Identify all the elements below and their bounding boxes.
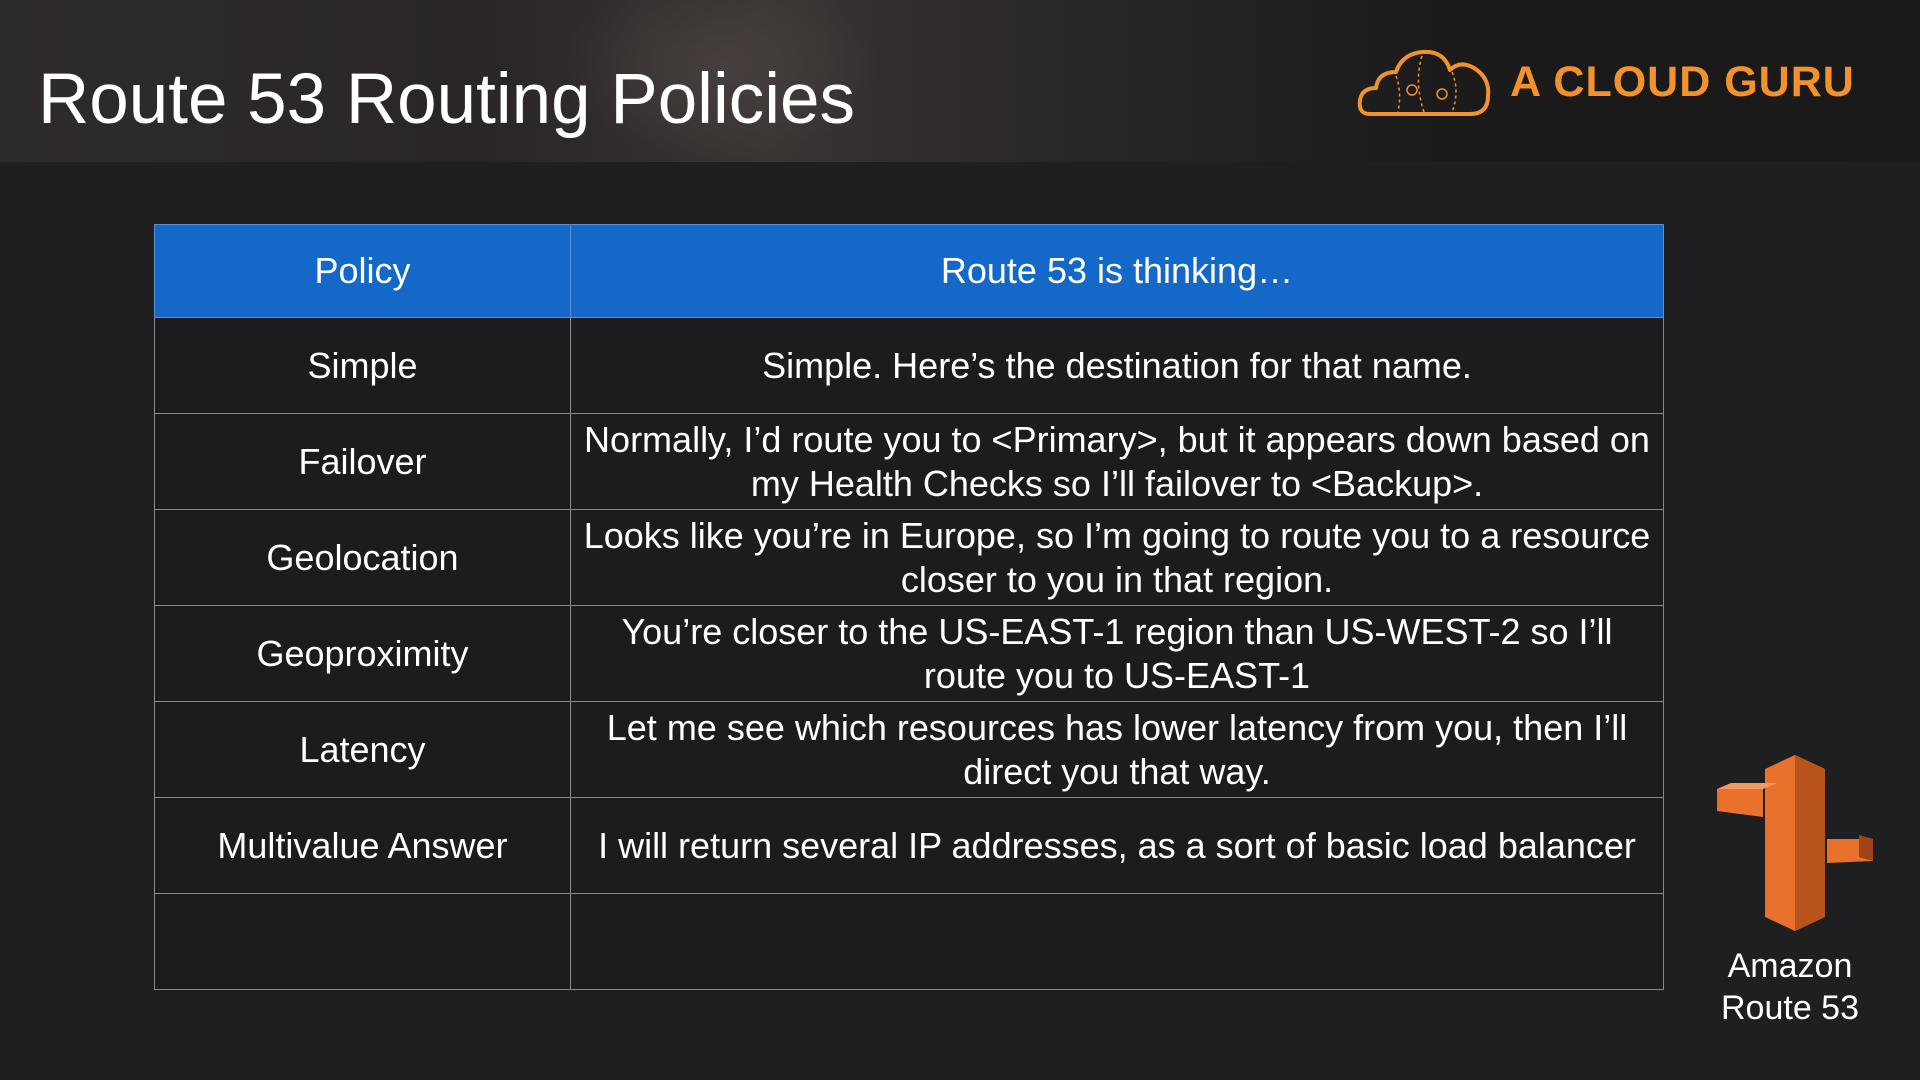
route53-service: Amazon Route 53 — [1705, 755, 1875, 1029]
description-cell: Let me see which resources has lower lat… — [570, 701, 1664, 798]
policy-cell: Geolocation — [154, 509, 571, 606]
route53-label-line2: Route 53 — [1721, 989, 1859, 1027]
header-policy: Policy — [154, 224, 571, 318]
routing-policy-table: Policy Route 53 is thinking… Simple Simp… — [154, 224, 1664, 990]
table-row: Failover Normally, I’d route you to <Pri… — [154, 413, 1664, 510]
slide: Route 53 Routing Policies A CLOUD GURU P… — [0, 0, 1920, 1080]
table-row-empty — [154, 893, 1664, 990]
table-row: Geolocation Looks like you’re in Europe,… — [154, 509, 1664, 606]
route53-icon — [1717, 755, 1873, 931]
table-row: Multivalue Answer I will return several … — [154, 797, 1664, 894]
policy-cell — [154, 893, 571, 990]
route53-label: Amazon Route 53 — [1705, 945, 1875, 1029]
cloud-logo-icon — [1357, 49, 1491, 116]
table-header-row: Policy Route 53 is thinking… — [154, 224, 1664, 318]
policy-cell: Simple — [154, 317, 571, 414]
policy-cell: Multivalue Answer — [154, 797, 571, 894]
table-row: Simple Simple. Here’s the destination fo… — [154, 317, 1664, 414]
description-cell: You’re closer to the US-EAST-1 region th… — [570, 605, 1664, 702]
policy-cell: Failover — [154, 413, 571, 510]
policy-cell: Geoproximity — [154, 605, 571, 702]
table-row: Latency Let me see which resources has l… — [154, 701, 1664, 798]
header-thinking: Route 53 is thinking… — [570, 224, 1664, 318]
description-cell: Simple. Here’s the destination for that … — [570, 317, 1664, 414]
brand-name: A CLOUD GURU — [1510, 57, 1855, 106]
description-cell — [570, 893, 1664, 990]
table-row: Geoproximity You’re closer to the US-EAS… — [154, 605, 1664, 702]
brand: A CLOUD GURU — [1356, 42, 1855, 122]
description-cell: Looks like you’re in Europe, so I’m goin… — [570, 509, 1664, 606]
description-cell: Normally, I’d route you to <Primary>, bu… — [570, 413, 1664, 510]
policy-cell: Latency — [154, 701, 571, 798]
description-cell: I will return several IP addresses, as a… — [570, 797, 1664, 894]
page-title: Route 53 Routing Policies — [38, 60, 855, 139]
route53-label-line1: Amazon — [1727, 947, 1853, 985]
